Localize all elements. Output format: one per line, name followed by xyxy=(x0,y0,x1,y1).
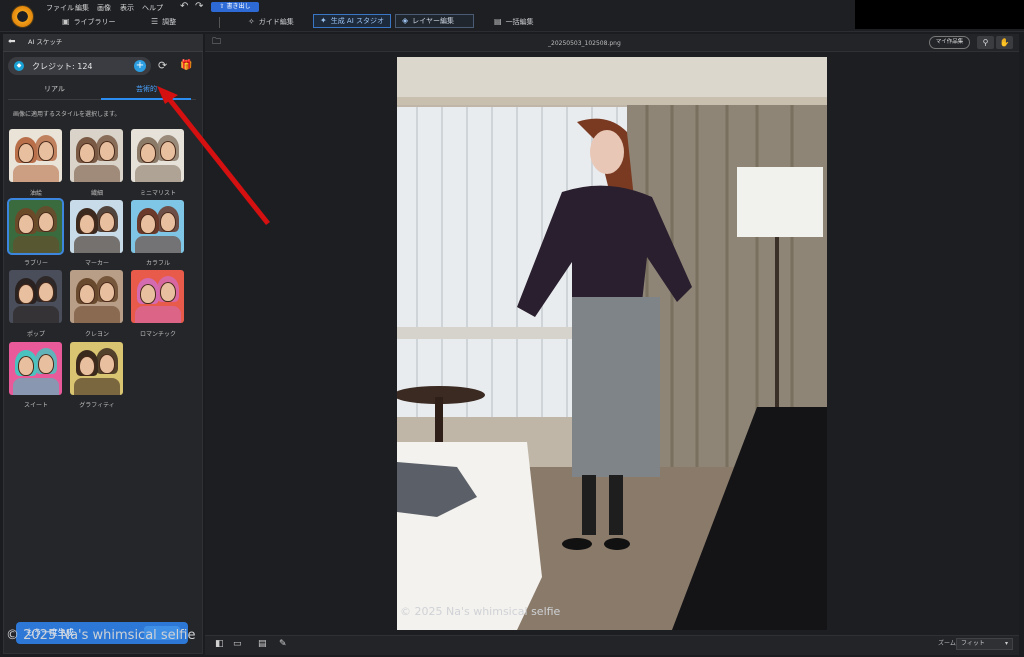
style-label: ラブリー xyxy=(23,260,48,267)
style-label: スイート xyxy=(23,402,48,409)
add-credits-button[interactable]: + xyxy=(134,60,146,72)
style-label: カラフル xyxy=(145,260,170,267)
style-tile-11[interactable] xyxy=(70,342,123,395)
layers-icon: ◈ xyxy=(402,16,409,25)
style-label: ポップ xyxy=(26,331,45,338)
credit-shield-icon: ◆ xyxy=(14,61,24,71)
my-works-button[interactable]: マイ作品集 xyxy=(929,36,970,49)
library-icon: ▣ xyxy=(62,17,70,26)
tab-layer-edit-label: レイヤー編集 xyxy=(412,17,454,25)
blank-area xyxy=(855,0,1024,29)
corner-watermark: © 2025 Na's whimsical selfie xyxy=(6,628,196,643)
style-label: クレヨン xyxy=(84,331,109,338)
back-arrow-icon[interactable]: ⬅ xyxy=(8,37,16,47)
style-tile-5[interactable] xyxy=(70,200,123,253)
brush-icon[interactable]: ✎ xyxy=(279,638,287,650)
hand-tool-icon[interactable]: ✋ xyxy=(996,36,1013,49)
zoom-select[interactable]: フィット ▾ xyxy=(956,638,1013,650)
sparkle-icon: ✦ xyxy=(320,16,327,25)
refresh-icon[interactable]: ⟳ xyxy=(158,59,167,73)
menu-file[interactable]: ファイル xyxy=(46,3,74,13)
edited-photo xyxy=(397,57,827,630)
style-tile-1[interactable] xyxy=(9,129,62,182)
compare-view-icon[interactable]: ◧ xyxy=(215,638,224,650)
tab-library[interactable]: ▣ ライブラリー xyxy=(56,15,122,29)
tab-layer-edit[interactable]: ◈ レイヤー編集 xyxy=(395,14,474,28)
menu-help[interactable]: ヘルプ xyxy=(142,3,163,13)
style-tile-4[interactable] xyxy=(7,198,64,255)
sliders-icon: ☰ xyxy=(151,17,159,26)
tab-artistic[interactable]: 芸術的 xyxy=(136,85,157,94)
style-label: 油絵 xyxy=(29,190,42,197)
tab-gen-ai-studio[interactable]: ✦ 生成 AI スタジオ xyxy=(313,14,391,28)
tab-adjust-label: 調整 xyxy=(162,18,177,26)
split-view-icon[interactable]: ▭ xyxy=(233,638,242,650)
history-icon[interactable]: ▤ xyxy=(258,638,267,650)
tab-library-label: ライブラリー xyxy=(73,18,116,26)
tab-batch-edit-label: 一括編集 xyxy=(505,18,534,26)
zoom-value: フィット xyxy=(961,640,985,647)
tab-adjust[interactable]: ☰ 調整 xyxy=(145,15,182,29)
style-label: ロマンチック xyxy=(139,331,176,338)
menu-view[interactable]: 表示 xyxy=(120,3,134,13)
gift-icon[interactable]: 🎁 xyxy=(180,59,192,73)
style-label: 繊細 xyxy=(90,190,103,197)
export-label: 書き出し xyxy=(226,3,251,10)
undo-icon[interactable]: ↶ xyxy=(180,2,188,12)
photo-watermark: © 2025 Na's whimsical selfie xyxy=(400,605,561,618)
tab-active-indicator xyxy=(101,98,191,100)
style-tile-6[interactable] xyxy=(131,200,184,253)
tab-real[interactable]: リアル xyxy=(44,85,65,94)
file-name: _20250503_102508.png xyxy=(548,40,621,47)
redo-icon[interactable]: ↷ xyxy=(195,2,203,12)
tab-divider xyxy=(219,17,220,28)
style-tile-2[interactable] xyxy=(70,129,123,182)
style-tile-8[interactable] xyxy=(70,270,123,323)
panel-title: AI スケッチ xyxy=(28,38,63,46)
style-hint: 画像に適用するスタイルを選択します。 xyxy=(13,111,121,118)
style-tile-7[interactable] xyxy=(9,270,62,323)
tab-guided-edit-label: ガイド編集 xyxy=(258,18,294,26)
batch-icon: ▤ xyxy=(494,17,502,26)
credits-count: クレジット: 124 xyxy=(32,62,93,71)
app-logo-icon xyxy=(11,5,34,28)
menu-edit[interactable]: 編集 xyxy=(75,3,89,13)
tab-gen-ai-studio-label: 生成 AI スタジオ xyxy=(330,17,385,25)
zoom-label: ズーム xyxy=(938,640,956,647)
canvas-status-bar xyxy=(205,635,1019,655)
menu-image[interactable]: 画像 xyxy=(97,3,111,13)
style-label: ミニマリスト xyxy=(139,190,176,197)
chevron-down-icon: ▾ xyxy=(1004,640,1008,647)
tab-batch-edit[interactable]: ▤ 一括編集 xyxy=(488,15,540,29)
style-label: グラフィティ xyxy=(79,402,115,409)
folder-icon[interactable]: 🗀 xyxy=(212,37,221,47)
magic-wand-icon: ✧ xyxy=(248,17,255,26)
style-tile-10[interactable] xyxy=(9,342,62,395)
style-label: マーカー xyxy=(84,260,109,267)
tab-guided-edit[interactable]: ✧ ガイド編集 xyxy=(242,15,300,29)
export-button[interactable]: ⇧ 書き出し xyxy=(211,2,259,12)
zoom-tool-icon[interactable]: ⚲ xyxy=(977,36,994,49)
style-tile-9[interactable] xyxy=(131,270,184,323)
style-tile-3[interactable] xyxy=(131,129,184,182)
